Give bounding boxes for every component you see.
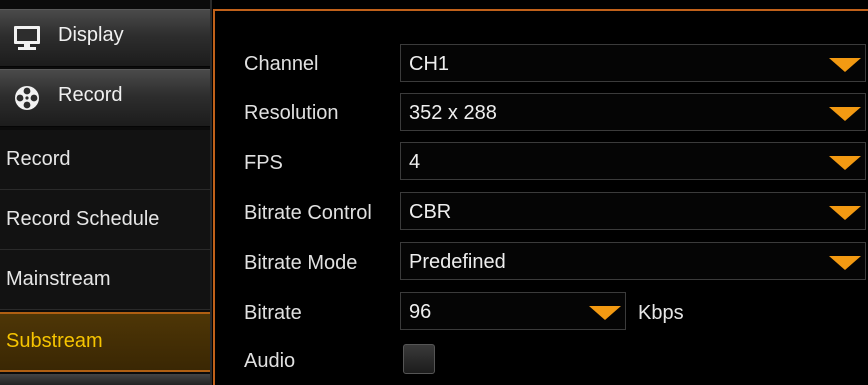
bitrate-label: Bitrate — [244, 302, 302, 324]
sidebar-item-substream[interactable]: Substream — [0, 312, 210, 372]
channel-select[interactable]: CH1 — [400, 44, 866, 82]
bitrate-select[interactable]: 96 — [400, 292, 626, 330]
fps-label: FPS — [244, 152, 283, 174]
sidebar-item-label: Record — [6, 148, 71, 170]
sidebar-item-record[interactable]: Record — [0, 130, 210, 190]
bitrate-mode-value: Predefined — [409, 251, 506, 273]
channel-value: CH1 — [409, 53, 450, 75]
sidebar-section-label: Display — [58, 24, 124, 46]
sidebar-section-record[interactable]: Record — [0, 69, 212, 127]
sidebar-item-label: Mainstream — [6, 268, 111, 290]
resolution-label: Resolution — [244, 102, 339, 124]
bitrate-control-select[interactable]: CBR — [400, 192, 866, 230]
bitrate-control-label: Bitrate Control — [244, 202, 372, 224]
bitrate-mode-select[interactable]: Predefined — [400, 242, 866, 280]
fps-value: 4 — [409, 151, 421, 173]
sidebar: Display Record Record Record Schedule Ma… — [0, 0, 212, 385]
audio-label: Audio — [244, 350, 296, 372]
fps-select[interactable]: 4 — [400, 142, 866, 180]
bitrate-mode-label: Bitrate Mode — [244, 252, 358, 274]
sidebar-section-display[interactable]: Display — [0, 9, 212, 67]
sidebar-item-record-schedule[interactable]: Record Schedule — [0, 190, 210, 250]
bitrate-control-value: CBR — [409, 201, 452, 223]
sidebar-item-label: Record Schedule — [6, 208, 160, 230]
sidebar-divider — [210, 0, 212, 385]
resolution-select[interactable]: 352 x 288 — [400, 93, 866, 131]
audio-checkbox[interactable] — [403, 344, 435, 374]
sidebar-next-section — [0, 374, 210, 385]
sidebar-item-mainstream[interactable]: Mainstream — [0, 250, 210, 310]
channel-label: Channel — [244, 53, 319, 75]
film-reel-icon — [15, 86, 39, 110]
bitrate-unit: Kbps — [638, 302, 684, 324]
sidebar-section-label: Record — [58, 84, 123, 106]
dropdown-arrow-icon[interactable] — [829, 58, 861, 72]
sidebar-item-label: Substream — [6, 330, 103, 352]
dropdown-arrow-icon[interactable] — [829, 156, 861, 170]
dropdown-arrow-icon[interactable] — [589, 306, 621, 320]
dropdown-arrow-icon[interactable] — [829, 107, 861, 121]
bitrate-value: 96 — [409, 301, 432, 323]
dropdown-arrow-icon[interactable] — [829, 256, 861, 270]
resolution-value: 352 x 288 — [409, 102, 497, 124]
dropdown-arrow-icon[interactable] — [829, 206, 861, 220]
monitor-icon — [14, 26, 40, 50]
